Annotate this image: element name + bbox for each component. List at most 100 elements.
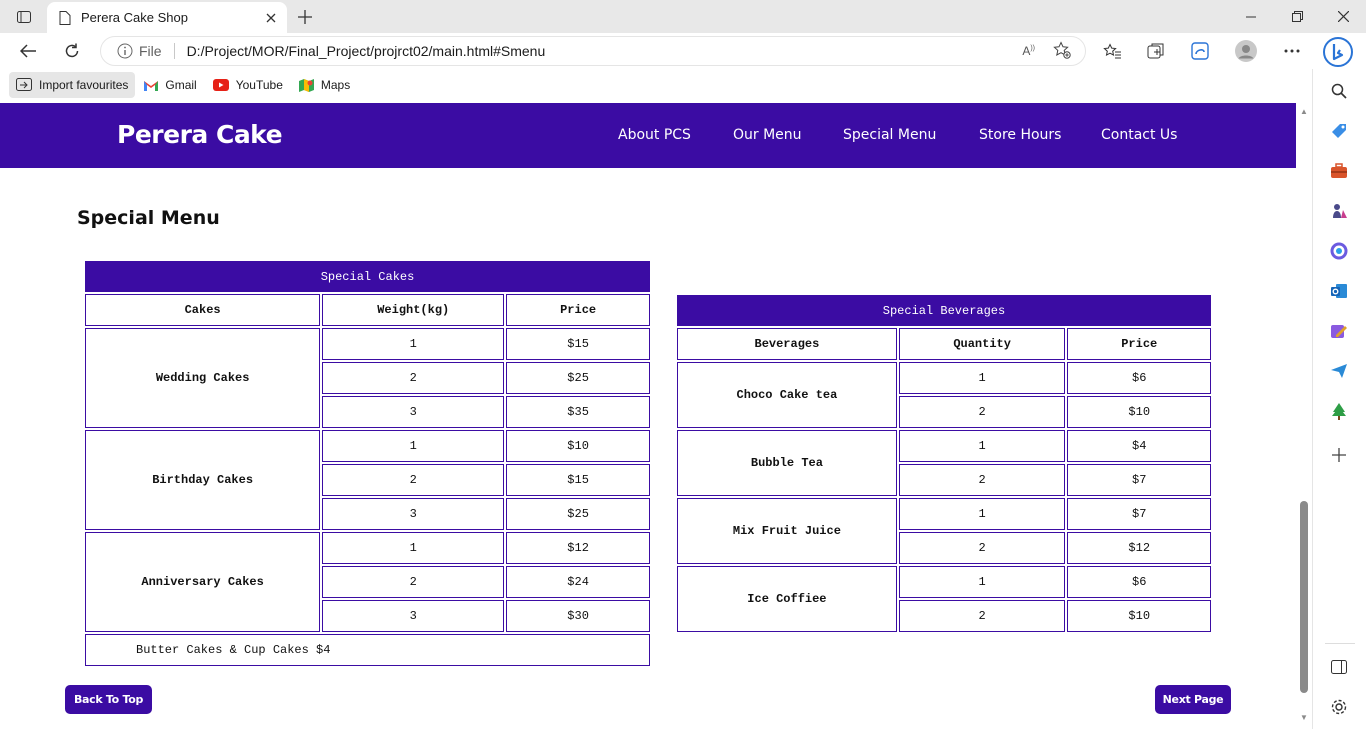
sidebar-divider	[1325, 643, 1355, 644]
price-cell: $7	[1067, 498, 1211, 530]
address-url[interactable]: D:/Project/MOR/Final_Project/projrct02/m…	[187, 43, 1023, 59]
cakes-header: Cakes	[85, 294, 321, 326]
site-header: Perera Cake About PCS Our Menu Special M…	[0, 103, 1296, 168]
sidebar-settings-gear-icon[interactable]	[1327, 695, 1351, 719]
favourites-button[interactable]	[1098, 37, 1126, 65]
size-cell: 2	[322, 362, 505, 394]
plus-icon	[298, 10, 312, 24]
restore-button[interactable]	[1274, 0, 1320, 33]
table-row: Ice Coffiee 1 $6	[677, 566, 1211, 632]
new-tab-button[interactable]	[293, 5, 317, 29]
fav-youtube[interactable]: YouTube	[206, 72, 290, 98]
send-icon[interactable]	[1327, 359, 1351, 383]
back-arrow-icon	[20, 44, 36, 58]
nav-store-hours[interactable]: Store Hours	[979, 127, 1061, 143]
tab-strip: Perera Cake Shop	[0, 0, 1366, 33]
item-name-cell: Wedding Cakes	[85, 328, 321, 428]
tree-icon[interactable]	[1327, 399, 1351, 423]
item-name-cell: Birthday Cakes	[85, 430, 321, 530]
browser-tab[interactable]: Perera Cake Shop	[47, 2, 287, 33]
fav-maps[interactable]: Maps	[292, 72, 357, 98]
refresh-icon	[65, 43, 79, 58]
scroll-up-arrow-icon[interactable]: ▲	[1300, 107, 1308, 116]
address-separator	[173, 43, 175, 59]
size-cell: 1	[898, 362, 1066, 394]
profile-button[interactable]	[1232, 37, 1260, 65]
nav-our-menu[interactable]: Our Menu	[733, 127, 802, 143]
bing-copilot-button[interactable]	[1322, 36, 1354, 68]
hide-sidebar-icon[interactable]	[1327, 655, 1351, 679]
import-icon	[16, 78, 32, 92]
close-tab-button[interactable]	[259, 6, 283, 30]
address-bar[interactable]: File D:/Project/MOR/Final_Project/projrc…	[100, 36, 1086, 66]
performance-button[interactable]	[1186, 37, 1214, 65]
price-cell: $10	[1067, 600, 1211, 632]
refresh-button[interactable]	[58, 37, 86, 65]
table-note: Butter Cakes & Cup Cakes $4	[85, 634, 650, 666]
minimize-button[interactable]	[1228, 0, 1274, 33]
close-window-button[interactable]	[1320, 0, 1366, 33]
add-sidebar-app-icon[interactable]	[1327, 443, 1351, 467]
page-icon	[59, 10, 71, 25]
profile-avatar-icon	[1235, 40, 1257, 62]
maps-icon	[298, 78, 314, 93]
shopping-tag-icon[interactable]	[1327, 119, 1351, 143]
fav-label: Import favourites	[39, 78, 129, 92]
tab-actions-button[interactable]	[10, 5, 38, 29]
price-cell: $25	[506, 362, 650, 394]
table-row: Anniversary Cakes 1 $12	[85, 532, 650, 632]
tools-briefcase-icon[interactable]	[1327, 159, 1351, 183]
nav-contact-us[interactable]: Contact Us	[1101, 127, 1177, 143]
item-name-cell: Anniversary Cakes	[85, 532, 321, 632]
fav-import-favourites[interactable]: Import favourites	[9, 72, 136, 98]
size-cell: 3	[322, 600, 505, 632]
fav-label: Maps	[320, 78, 351, 92]
microsoft-365-icon[interactable]	[1327, 239, 1351, 263]
table-row: Butter Cakes & Cup Cakes $4	[85, 634, 650, 666]
nav-about-pcs[interactable]: About PCS	[618, 127, 691, 143]
edge-sidebar	[1312, 69, 1366, 729]
scrollbar-thumb[interactable]	[1300, 501, 1308, 693]
size-cell: 3	[322, 396, 505, 428]
size-cell: 2	[322, 566, 505, 598]
fav-label: YouTube	[235, 78, 283, 92]
table-row: Birthday Cakes 1 $10	[85, 430, 650, 530]
back-button[interactable]	[14, 37, 42, 65]
size-cell: 1	[322, 532, 505, 564]
scroll-down-arrow-icon[interactable]: ▼	[1300, 713, 1308, 722]
tab-title: Perera Cake Shop	[81, 10, 188, 25]
tab-actions-icon	[17, 11, 31, 23]
designer-icon[interactable]	[1327, 319, 1351, 343]
next-page-button[interactable]: Next Page	[1155, 685, 1231, 714]
beverages-table-caption: Special Beverages	[677, 295, 1211, 326]
youtube-icon	[212, 79, 229, 91]
add-favourite-icon[interactable]	[1053, 40, 1071, 62]
item-name-cell: Mix Fruit Juice	[677, 498, 897, 564]
nav-special-menu[interactable]: Special Menu	[843, 127, 936, 143]
browser-toolbar: File D:/Project/MOR/Final_Project/projrc…	[0, 33, 1366, 69]
search-icon[interactable]	[1327, 79, 1351, 103]
settings-and-more-button[interactable]	[1278, 37, 1306, 65]
read-aloud-icon[interactable]: A))	[1022, 44, 1035, 58]
price-header: Price	[1067, 328, 1211, 360]
price-cell: $15	[506, 464, 650, 496]
table-row: Mix Fruit Juice 1 $7	[677, 498, 1211, 564]
size-cell: 2	[898, 532, 1066, 564]
fav-gmail[interactable]: Gmail	[137, 72, 203, 98]
price-cell: $24	[506, 566, 650, 598]
games-chess-icon[interactable]	[1327, 199, 1351, 223]
price-cell: $30	[506, 600, 650, 632]
close-icon	[1337, 11, 1349, 22]
size-cell: 3	[322, 498, 505, 530]
bing-icon	[1323, 37, 1353, 67]
back-to-top-button[interactable]: Back To Top	[65, 685, 152, 714]
site-info-icon[interactable]	[117, 43, 133, 59]
site-brand[interactable]: Perera Cake	[117, 120, 283, 149]
collections-button[interactable]	[1142, 37, 1170, 65]
price-cell: $25	[506, 498, 650, 530]
outlook-icon[interactable]	[1327, 279, 1351, 303]
size-cell: 2	[898, 464, 1066, 496]
more-icon	[1284, 49, 1300, 53]
page-scrollbar[interactable]: ▲ ▼	[1296, 101, 1312, 729]
gmail-icon	[144, 80, 159, 91]
